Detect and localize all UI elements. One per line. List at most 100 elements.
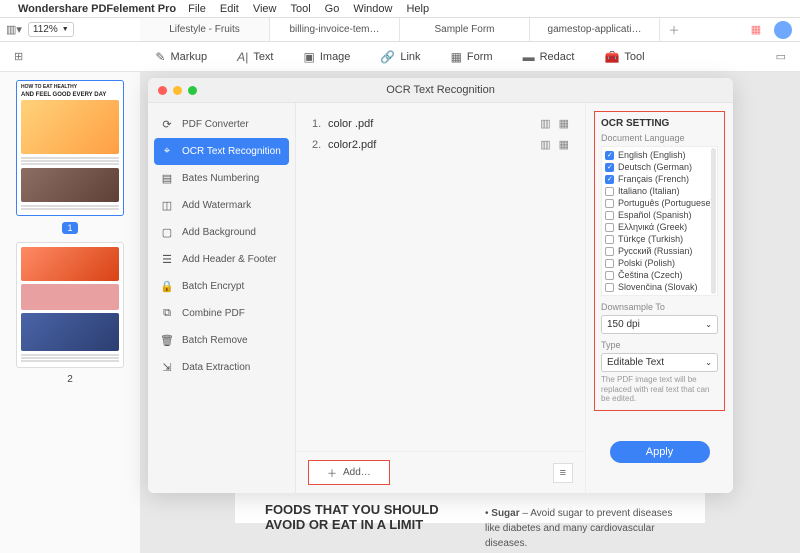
- menu-view[interactable]: View: [253, 3, 277, 15]
- language-checkbox[interactable]: [605, 151, 614, 160]
- language-checkbox[interactable]: [605, 187, 614, 196]
- tool-image[interactable]: ▣Image: [304, 50, 351, 64]
- language-option[interactable]: Deutsch (German): [605, 161, 715, 173]
- language-label: Português (Portuguese): [618, 198, 714, 208]
- tool-link[interactable]: 🔗Link: [380, 50, 420, 64]
- add-tab-button[interactable]: ＋: [660, 18, 688, 41]
- sidebar-item-ocr[interactable]: ⌖OCR Text Recognition: [154, 138, 289, 165]
- page-thumbnail-1[interactable]: HOW TO EAT HEALTHY AND FEEL GOOD EVERY D…: [16, 80, 124, 216]
- file-remove-icon[interactable]: ▦: [559, 138, 569, 151]
- language-checkbox[interactable]: [605, 211, 614, 220]
- tab-billing-invoice[interactable]: billing-invoice-tem…: [270, 18, 400, 41]
- language-checkbox[interactable]: [605, 199, 614, 208]
- tool-toolbar: ⊞ ✎Markup A|Text ▣Image 🔗Link ▦Form ▬Red…: [0, 42, 800, 72]
- language-list[interactable]: English (English)Deutsch (German)Françai…: [601, 146, 718, 296]
- page-range-icon[interactable]: ▥: [540, 117, 550, 130]
- file-index: 2.: [312, 139, 328, 151]
- file-row[interactable]: 1. color .pdf ▥ ▦: [312, 113, 569, 134]
- language-checkbox[interactable]: [605, 247, 614, 256]
- sidebar-item-combine[interactable]: ⧉Combine PDF: [148, 300, 295, 327]
- tab-gamestop[interactable]: gamestop-applicati…: [530, 18, 660, 41]
- downsample-select[interactable]: 150 dpi⌄: [601, 315, 718, 334]
- sidebar-item-pdf-converter[interactable]: ⟳PDF Converter: [148, 111, 295, 138]
- menu-window[interactable]: Window: [353, 3, 392, 15]
- language-label: Español (Spanish): [618, 210, 692, 220]
- language-checkbox[interactable]: [605, 259, 614, 268]
- sidebar-item-bates[interactable]: ▤Bates Numbering: [148, 165, 295, 192]
- sidebar-label: Batch Encrypt: [182, 281, 244, 292]
- sidebar-item-data-extraction[interactable]: ⇲Data Extraction: [148, 354, 295, 381]
- chevron-down-icon: ⌄: [705, 358, 712, 367]
- file-name: color2.pdf: [328, 139, 532, 151]
- menu-edit[interactable]: Edit: [220, 3, 239, 15]
- language-option[interactable]: Español (Spanish): [605, 209, 715, 221]
- reader-view-icon[interactable]: ▭: [776, 50, 786, 63]
- language-checkbox[interactable]: [605, 271, 614, 280]
- tool-link-label: Link: [400, 51, 420, 63]
- file-list: 1. color .pdf ▥ ▦ 2. color2.pdf ▥ ▦: [296, 103, 585, 451]
- sidebar-item-batch-remove[interactable]: 🗑Batch Remove: [148, 327, 295, 354]
- sidebar-item-encrypt[interactable]: 🔒Batch Encrypt: [148, 273, 295, 300]
- thumbnail-sidebar: HOW TO EAT HEALTHY AND FEEL GOOD EVERY D…: [0, 72, 140, 553]
- thumbnail-view-icon[interactable]: ⊞: [14, 50, 23, 63]
- tab-lifestyle-fruits[interactable]: Lifestyle - Fruits: [140, 18, 270, 41]
- tool-form[interactable]: ▦Form: [451, 50, 493, 64]
- user-avatar[interactable]: [774, 21, 792, 39]
- text-icon: A|: [237, 50, 248, 64]
- window-close-button[interactable]: [158, 86, 167, 95]
- language-checkbox[interactable]: [605, 283, 614, 292]
- language-checkbox[interactable]: [605, 163, 614, 172]
- language-option[interactable]: Polski (Polish): [605, 257, 715, 269]
- tool-text[interactable]: A|Text: [237, 50, 273, 64]
- language-option[interactable]: Čeština (Czech): [605, 269, 715, 281]
- menu-file[interactable]: File: [188, 3, 206, 15]
- language-checkbox[interactable]: [605, 223, 614, 232]
- sidebar-item-watermark[interactable]: ◫Add Watermark: [148, 192, 295, 219]
- language-checkbox[interactable]: [605, 175, 614, 184]
- tab-sample-form[interactable]: Sample Form: [400, 18, 530, 41]
- tool-redact[interactable]: ▬Redact: [523, 50, 575, 64]
- language-label: Türkçe (Turkish): [618, 234, 683, 244]
- sidebar-item-header-footer[interactable]: ☰Add Header & Footer: [148, 246, 295, 273]
- tool-tool[interactable]: 🧰Tool: [604, 50, 644, 64]
- language-option[interactable]: Português (Portuguese): [605, 197, 715, 209]
- page-number-2: 2: [8, 374, 132, 385]
- batch-sidebar: ⟳PDF Converter ⌖OCR Text Recognition ▤Ba…: [148, 103, 296, 493]
- tool-image-label: Image: [320, 51, 351, 63]
- menu-help[interactable]: Help: [406, 3, 429, 15]
- sidebar-toggle-icon[interactable]: ▥▾: [6, 23, 22, 36]
- language-option[interactable]: Ελληνικά (Greek): [605, 221, 715, 233]
- menu-go[interactable]: Go: [325, 3, 340, 15]
- language-label: Polski (Polish): [618, 258, 675, 268]
- language-option[interactable]: English (English): [605, 149, 715, 161]
- file-row[interactable]: 2. color2.pdf ▥ ▦: [312, 134, 569, 155]
- app-grid-icon[interactable]: ▦: [742, 23, 770, 36]
- redact-icon: ▬: [523, 50, 535, 64]
- language-checkbox[interactable]: [605, 235, 614, 244]
- zoom-level[interactable]: 112%▼: [28, 22, 74, 37]
- language-option[interactable]: Türkçe (Turkish): [605, 233, 715, 245]
- language-option[interactable]: Русский (Russian): [605, 245, 715, 257]
- thumb1-image1: [21, 100, 119, 154]
- sidebar-label: Data Extraction: [182, 362, 250, 373]
- page-range-icon[interactable]: ▥: [540, 138, 550, 151]
- background-icon: ▢: [160, 226, 174, 239]
- file-remove-icon[interactable]: ▦: [559, 117, 569, 130]
- more-options-button[interactable]: ≡: [553, 463, 573, 483]
- sidebar-item-background[interactable]: ▢Add Background: [148, 219, 295, 246]
- apply-button[interactable]: Apply: [610, 441, 710, 463]
- window-zoom-button[interactable]: [188, 86, 197, 95]
- thumb2-image2: [21, 313, 119, 351]
- page-thumbnail-2[interactable]: [16, 242, 124, 368]
- language-option[interactable]: Français (French): [605, 173, 715, 185]
- form-icon: ▦: [451, 50, 462, 64]
- language-option[interactable]: Slovenčina (Slovak): [605, 281, 715, 293]
- language-label: English (English): [618, 150, 686, 160]
- window-minimize-button[interactable]: [173, 86, 182, 95]
- app-name[interactable]: Wondershare PDFelement Pro: [18, 3, 176, 15]
- menu-tool[interactable]: Tool: [290, 3, 310, 15]
- add-file-button[interactable]: ＋Add…: [308, 460, 390, 485]
- type-select[interactable]: Editable Text⌄: [601, 353, 718, 372]
- language-option[interactable]: Italiano (Italian): [605, 185, 715, 197]
- tool-markup[interactable]: ✎Markup: [155, 50, 207, 64]
